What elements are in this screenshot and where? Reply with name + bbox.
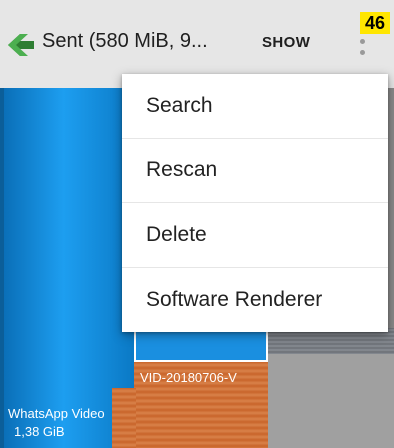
app-logo-icon[interactable] [6,30,36,60]
tile-size-whatsapp: 1,38 GiB [14,424,65,439]
folder-title: Sent (580 MiB, 9... [42,30,208,52]
overflow-menu: Search Rescan Delete Software Renderer [122,74,388,332]
menu-item-rescan[interactable]: Rescan [122,139,388,203]
tile-label-whatsapp: WhatsApp Video [8,406,105,421]
menu-item-software-renderer[interactable]: Software Renderer [122,268,388,333]
treemap-tile-selected[interactable] [134,328,268,362]
menu-item-search[interactable]: Search [122,74,388,139]
tile-label-vid: VID-20180706-V [140,370,237,385]
show-button[interactable]: SHOW [262,34,310,51]
step-badge: 46 [360,12,390,34]
treemap-tile-grey[interactable] [268,354,394,448]
menu-item-delete[interactable]: Delete [122,203,388,268]
